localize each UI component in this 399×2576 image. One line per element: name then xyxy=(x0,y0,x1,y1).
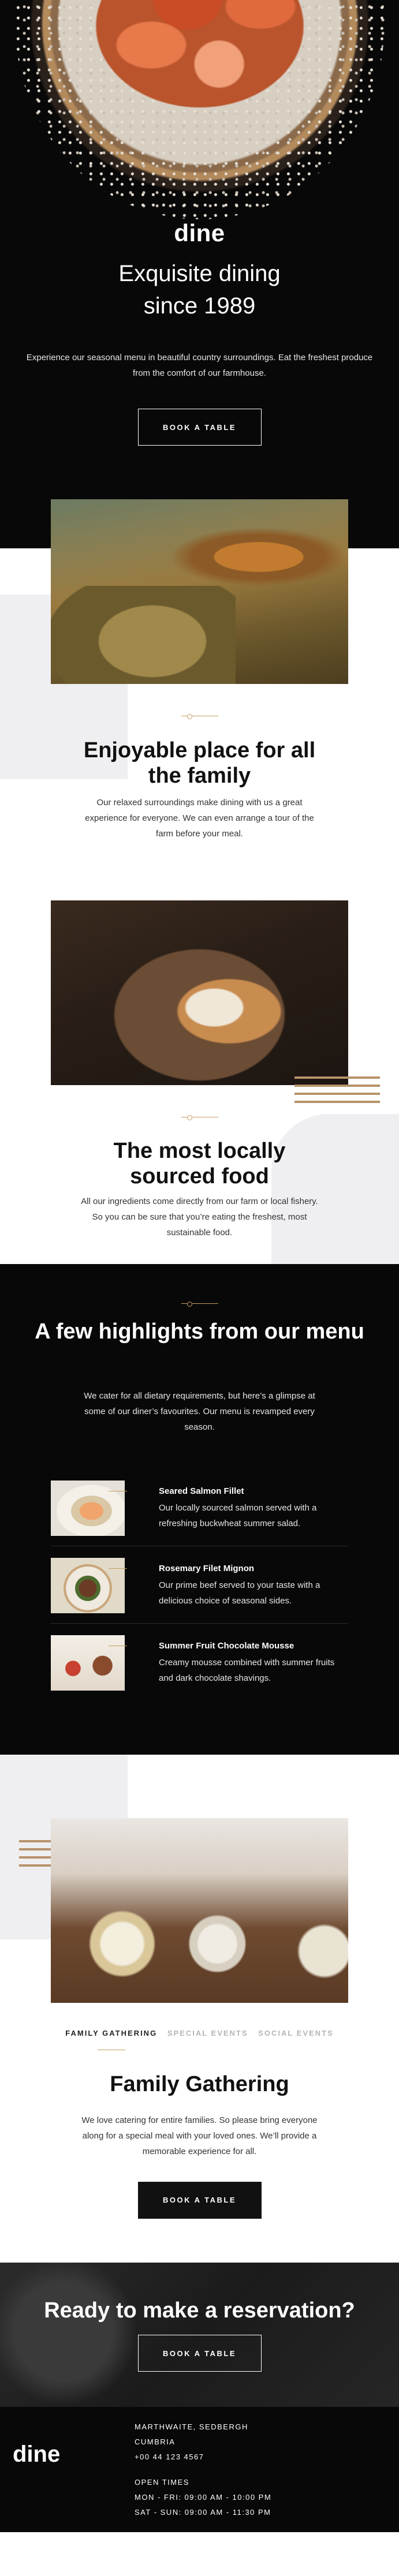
cta-title: Ready to make a reservation? xyxy=(44,2298,355,2323)
hero-description: Experience our seasonal menu in beautifu… xyxy=(26,353,373,378)
highlights-section: A few highlights from our menu We cater … xyxy=(0,1264,399,1755)
hero-content: dine Exquisite dining since 1989 Experie… xyxy=(0,219,399,446)
menu-item: Rosemary Filet Mignon Our prime beef ser… xyxy=(51,1546,348,1624)
menu-item-name: Seared Salmon Fillet xyxy=(159,1486,244,1496)
menu-item-description: Creamy mousse combined with summer fruit… xyxy=(159,1658,335,1683)
lines-pattern xyxy=(294,1076,380,1109)
address-line: CUMBRIA xyxy=(135,2437,176,2446)
book-table-button[interactable]: BOOK A TABLE xyxy=(137,2182,262,2219)
phone-number: +00 44 123 4567 xyxy=(135,2452,204,2461)
footer-logo[interactable]: dine xyxy=(13,2442,60,2467)
feature-title-local: The most locally sourced food xyxy=(113,1139,286,1188)
address-line: MARTHWAITE, SEDBERGH xyxy=(135,2422,248,2431)
hero-title: Exquisite dining since 1989 xyxy=(118,261,281,319)
family-image xyxy=(51,1818,348,2003)
footer-info: MARTHWAITE, SEDBERGH CUMBRIA +00 44 123 … xyxy=(135,2420,271,2520)
curve-pattern-right xyxy=(271,1114,399,1264)
menu-item-description: Our locally sourced salmon served with a… xyxy=(159,1503,317,1528)
tab-family-gathering[interactable]: FAMILY GATHERING xyxy=(65,2029,157,2037)
divider-icon xyxy=(181,1114,218,1121)
hero-section: dine Exquisite dining since 1989 Experie… xyxy=(0,0,399,499)
feature-text-family: Our relaxed surroundings make dining wit… xyxy=(85,798,314,839)
event-text: We love catering for entire families. So… xyxy=(81,2115,318,2156)
food-image xyxy=(51,900,348,1085)
events-section: FAMILY GATHERING SPECIAL EVENTS SOCIAL E… xyxy=(0,1755,399,2263)
menu-item-description: Our prime beef served to your taste with… xyxy=(159,1580,320,1606)
menu-list: Seared Salmon Fillet Our locally sourced… xyxy=(51,1469,348,1701)
menu-item-name: Rosemary Filet Mignon xyxy=(159,1564,255,1573)
hours-title: OPEN TIMES xyxy=(135,2478,189,2487)
mousse-image xyxy=(51,1635,125,1691)
event-tabs: FAMILY GATHERING SPECIAL EVENTS SOCIAL E… xyxy=(0,2029,399,2037)
highlights-text: We cater for all dietary requirements, b… xyxy=(84,1391,315,1432)
menu-item: Seared Salmon Fillet Our locally sourced… xyxy=(51,1469,348,1546)
book-table-button[interactable]: BOOK A TABLE xyxy=(137,409,262,446)
farm-image xyxy=(51,499,348,684)
reservation-cta: Ready to make a reservation? BOOK A TABL… xyxy=(0,2263,399,2407)
feature-title-family: Enjoyable place for all the family xyxy=(83,738,316,788)
tab-special-events[interactable]: SPECIAL EVENTS xyxy=(167,2029,248,2037)
hours-line: SAT - SUN: 09:00 AM - 11:30 PM xyxy=(135,2508,271,2517)
accent-line xyxy=(109,1568,127,1569)
tab-social-events[interactable]: SOCIAL EVENTS xyxy=(258,2029,334,2037)
menu-item-name: Summer Fruit Chocolate Mousse xyxy=(159,1641,294,1651)
menu-item: Summer Fruit Chocolate Mousse Creamy mou… xyxy=(51,1624,348,1701)
footer: dine MARTHWAITE, SEDBERGH CUMBRIA +00 44… xyxy=(0,2407,399,2532)
divider-icon xyxy=(181,713,218,720)
event-title: Family Gathering xyxy=(110,2072,289,2096)
divider-icon xyxy=(181,1300,218,1307)
logo[interactable]: dine xyxy=(0,219,399,247)
beef-image xyxy=(51,1558,125,1613)
hours-line: MON - FRI: 09:00 AM - 10:00 PM xyxy=(135,2493,272,2502)
features-section: Enjoyable place for all the family Our r… xyxy=(0,499,399,1264)
salmon-image xyxy=(51,1480,125,1536)
feature-text-local: All our ingredients come directly from o… xyxy=(81,1197,318,1237)
book-table-button[interactable]: BOOK A TABLE xyxy=(137,2335,262,2372)
highlights-title: A few highlights from our menu xyxy=(35,1319,364,1344)
